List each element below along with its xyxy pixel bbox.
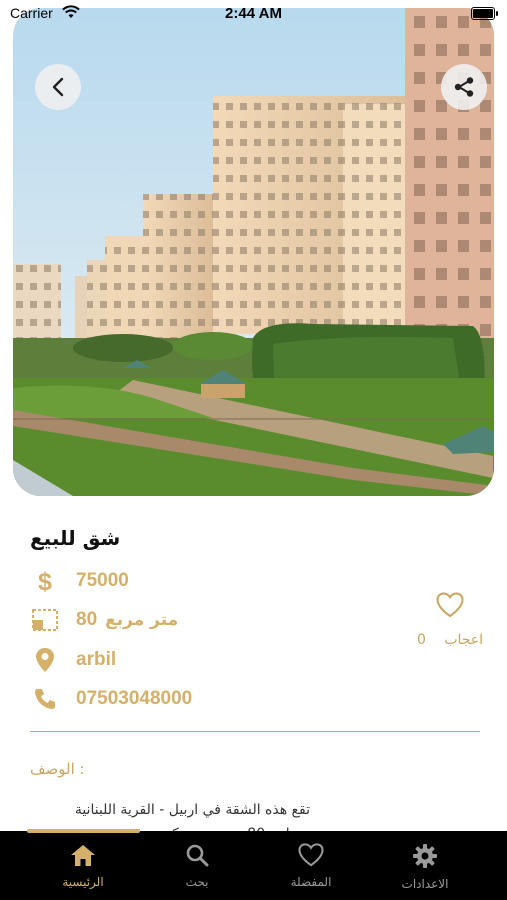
search-icon — [185, 844, 209, 871]
phone-value[interactable]: 07503048000 — [76, 688, 192, 710]
like-block: 0 اعجاب — [410, 592, 490, 648]
price-value: 75000 — [76, 570, 129, 591]
active-tab-indicator — [27, 829, 140, 833]
area-icon — [30, 605, 60, 635]
svg-text:$: $ — [38, 568, 52, 594]
tab-home-label: الرئيسية — [62, 875, 104, 889]
gear-icon — [412, 844, 438, 873]
likes-label: اعجاب — [444, 632, 484, 648]
share-icon — [453, 76, 475, 98]
likes-row: 0 اعجاب — [410, 632, 490, 648]
likes-count: 0 — [416, 632, 426, 648]
dollar-icon: $ — [30, 566, 60, 596]
tab-settings[interactable]: الاعدادات — [370, 843, 480, 891]
tab-favorites[interactable]: المفضلة — [256, 843, 366, 889]
clock: 2:44 AM — [225, 5, 282, 22]
phone-row[interactable]: 07503048000 — [30, 684, 192, 714]
chevron-left-icon — [51, 77, 65, 97]
tab-settings-label: الاعدادات — [401, 877, 449, 891]
share-button[interactable] — [441, 64, 487, 110]
back-button[interactable] — [35, 64, 81, 110]
description-label: الوصف : — [30, 760, 85, 778]
section-divider — [30, 731, 480, 732]
status-bar: Carrier 2:44 AM — [0, 0, 507, 28]
area-unit: متر مربع — [105, 610, 179, 630]
tab-favorites-label: المفضلة — [290, 875, 332, 889]
tab-search[interactable]: بحث — [142, 843, 252, 889]
price-row: $ 75000 — [30, 566, 129, 596]
listing-photo — [13, 8, 494, 496]
area-value: 80 — [76, 609, 98, 630]
location-pin-icon — [30, 645, 60, 675]
heart-outline-icon — [436, 592, 464, 622]
battery-icon — [471, 7, 498, 20]
tab-search-label: بحث — [185, 875, 209, 889]
location-row: arbil — [30, 645, 116, 675]
area-row: 80 متر مربع — [30, 605, 178, 635]
listing-title: شق للبيع — [30, 526, 121, 550]
like-button[interactable] — [410, 592, 490, 622]
home-icon — [70, 845, 96, 871]
location-value: arbil — [76, 649, 117, 670]
tab-bar: الرئيسية بحث المفضلة الاعدادات — [0, 829, 507, 900]
phone-icon — [30, 684, 60, 714]
tab-home[interactable]: الرئيسية — [28, 843, 138, 889]
heart-icon — [297, 843, 325, 871]
